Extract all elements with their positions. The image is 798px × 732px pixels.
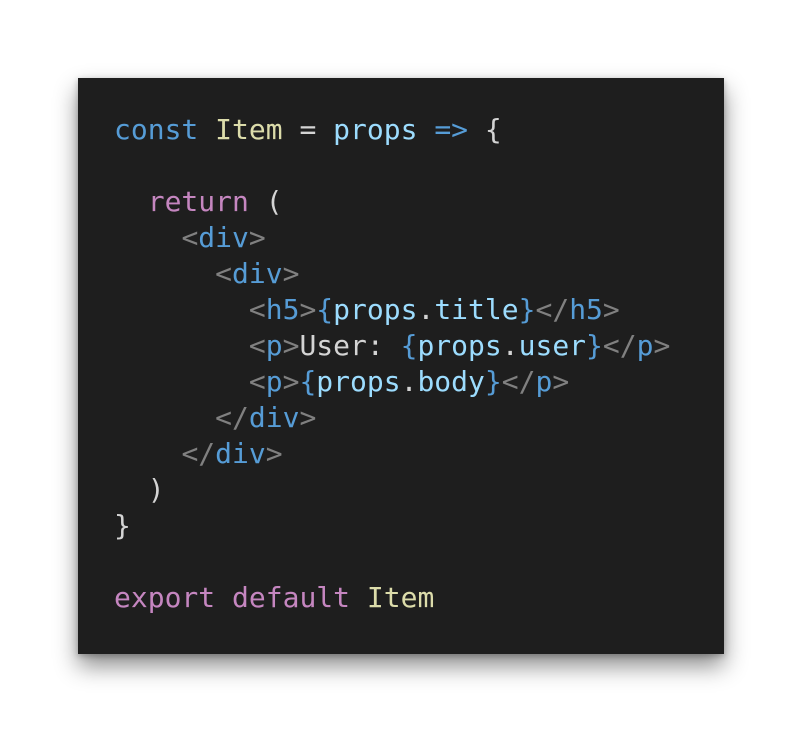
code-token-bracket: </ [181,437,216,470]
code-snippet-card: const Item = props => { return ( <div> <… [78,78,724,654]
code-token-keyword: { [299,365,317,398]
code-line: <div> [114,256,670,292]
code-token-bracket: > [282,257,300,290]
code-token-punct: } [114,509,131,542]
code-token-bracket: > [299,293,317,326]
code-token-tag: div [198,221,249,254]
code-token-tag: div [232,257,283,290]
code-token-variable: body [417,365,485,398]
code-line: return ( [114,184,670,220]
code-token-keyword: const [114,113,199,146]
code-token-keyword: } [484,365,502,398]
code-token-bracket: > [299,401,317,434]
code-token-variable: title [434,293,519,326]
code-token-keyword: { [400,329,418,362]
code-token-variable: props [333,293,418,326]
code-line: ) [114,472,670,508]
code-line: export default Item [114,580,670,616]
code-token-variable: user [518,329,587,362]
code-line: } [114,508,670,544]
code-token-bracket: > [282,329,300,362]
code-token-bracket: > [653,329,671,362]
code-token-component: Item [215,113,283,146]
code-token-tag: h5 [265,293,300,326]
code-token-punct: ) [147,473,165,506]
code-token-bracket: < [248,329,266,362]
code-line: </div> [114,436,670,472]
code-token-bracket: > [248,221,266,254]
code-token-tag: p [535,365,553,398]
code-token-control: default [232,581,351,614]
code-token-punct: { [468,113,502,146]
code-token-tag: h5 [569,293,603,326]
code-token-keyword: } [586,329,603,362]
code-token-bracket: </ [602,329,637,362]
code-token-bracket: < [181,221,199,254]
code-line: <p>{props.body}</p> [114,364,670,400]
code-token-tag: p [636,329,654,362]
code-token-control: export [114,581,216,614]
code-token-bracket: </ [501,365,536,398]
code-block: const Item = props => { return ( <div> <… [114,112,670,616]
code-line: <h5>{props.title}</h5> [114,292,670,328]
code-token-bracket: > [602,293,620,326]
code-token-punct: ( [248,185,283,218]
code-token-text: User: [299,329,401,362]
code-token-control: return [147,185,249,218]
code-token-bracket: < [248,293,266,326]
code-token-keyword: } [518,293,536,326]
code-token-bracket: </ [535,293,570,326]
code-token-variable: props [417,329,502,362]
code-line: const Item = props => { [114,112,670,148]
code-token-bracket: > [282,365,300,398]
code-token-variable: props [333,113,418,146]
code-token-bracket: < [215,257,233,290]
code-token-tag: p [265,365,283,398]
code-token-bracket: > [265,437,283,470]
code-line: </div> [114,400,670,436]
code-token-punct: . [501,329,519,362]
code-token-bracket: </ [215,401,249,434]
code-token-tag: div [215,437,266,470]
code-token-bracket: > [552,365,570,398]
code-token-tag: div [248,401,300,434]
code-line: <p>User: {props.user}</p> [114,328,670,364]
code-token-bracket: < [248,365,266,398]
code-token-punct: . [400,365,418,398]
code-token-keyword: { [316,293,334,326]
code-token-tag: p [265,329,283,362]
code-line: <div> [114,220,670,256]
code-token-component: Item [366,581,435,614]
code-token-punct: . [417,293,435,326]
code-token-variable: props [316,365,401,398]
code-token-punct: = [282,113,334,146]
code-token-keyword: => [434,113,469,146]
